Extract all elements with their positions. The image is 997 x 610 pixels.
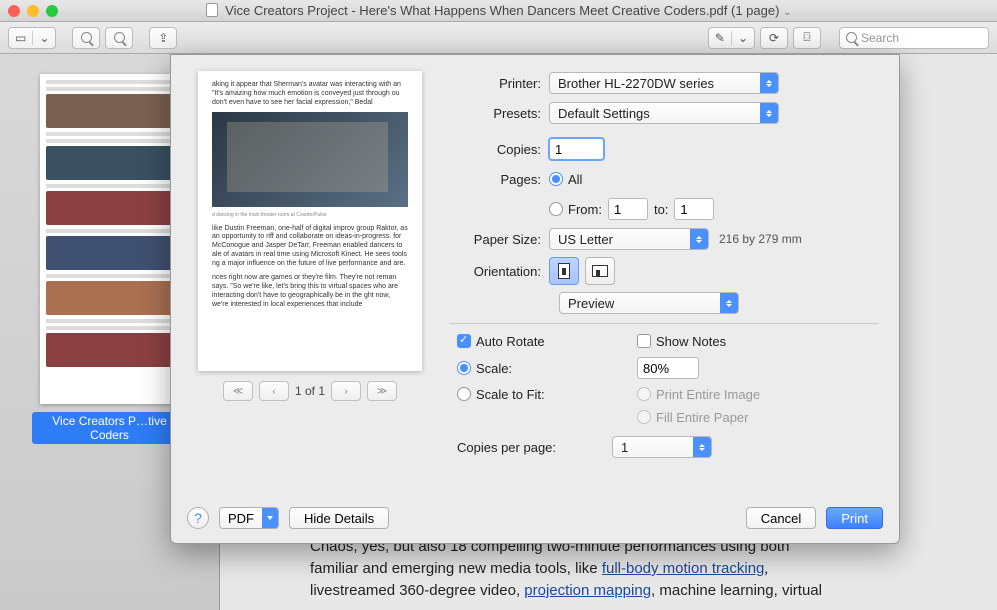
document-icon bbox=[206, 3, 218, 17]
copies-per-page-label: Copies per page: bbox=[457, 440, 612, 455]
paper-size-select[interactable]: US Letter bbox=[549, 228, 709, 250]
from-label: From: bbox=[568, 202, 602, 217]
orientation-label: Orientation: bbox=[449, 264, 549, 279]
app-section-select[interactable]: Preview bbox=[559, 292, 739, 314]
annotate-button[interactable]: ✎⌄ bbox=[708, 27, 755, 49]
dialog-footer: ? PDF Hide Details Cancel Print bbox=[171, 497, 899, 543]
fill-entire-paper-label: Fill Entire Paper bbox=[656, 410, 748, 425]
print-entire-image-radio bbox=[637, 387, 651, 401]
landscape-icon bbox=[592, 265, 608, 277]
last-page-button[interactable]: ≫ bbox=[367, 381, 397, 401]
search-input[interactable]: Search bbox=[839, 27, 989, 49]
rotate-button[interactable]: ⟳ bbox=[760, 27, 788, 49]
share-button[interactable]: ⇪ bbox=[149, 27, 177, 49]
print-options-form: Printer: Brother HL-2270DW series Preset… bbox=[449, 71, 879, 489]
zoom-in-icon bbox=[114, 32, 125, 43]
show-notes-checkbox[interactable] bbox=[637, 334, 651, 348]
copies-label: Copies: bbox=[449, 142, 549, 157]
to-input[interactable] bbox=[674, 198, 714, 220]
presets-label: Presets: bbox=[449, 106, 549, 121]
window-titlebar: Vice Creators Project - Here's What Happ… bbox=[0, 0, 997, 22]
printer-select[interactable]: Brother HL-2270DW series bbox=[549, 72, 779, 94]
pages-label: Pages: bbox=[449, 172, 549, 187]
markup-button[interactable]: ⌼ bbox=[793, 27, 821, 49]
paper-size-label: Paper Size: bbox=[449, 232, 549, 247]
pencil-icon: ✎ bbox=[709, 31, 732, 45]
preview-image bbox=[212, 112, 408, 207]
help-button[interactable]: ? bbox=[187, 507, 209, 529]
print-preview-page: aking it appear that Sherman's avatar wa… bbox=[198, 71, 422, 371]
auto-rotate-label: Auto Rotate bbox=[476, 334, 545, 349]
search-placeholder: Search bbox=[861, 31, 899, 45]
toolbar: ▭⌄ ⇪ ✎⌄ ⟳ ⌼ Search bbox=[0, 22, 997, 54]
portrait-icon bbox=[558, 263, 570, 279]
auto-rotate-checkbox[interactable] bbox=[457, 334, 471, 348]
prev-page-button[interactable]: ‹ bbox=[259, 381, 289, 401]
landscape-button[interactable] bbox=[585, 257, 615, 285]
print-dialog: aking it appear that Sherman's avatar wa… bbox=[170, 54, 900, 544]
page-thumbnail[interactable] bbox=[40, 74, 180, 404]
show-notes-label: Show Notes bbox=[656, 334, 726, 349]
copies-input[interactable] bbox=[549, 138, 604, 160]
print-entire-image-label: Print Entire Image bbox=[656, 387, 760, 402]
page-counter: 1 of 1 bbox=[295, 384, 325, 398]
scale-to-fit-radio[interactable] bbox=[457, 387, 471, 401]
rotate-icon: ⟳ bbox=[769, 31, 779, 45]
cancel-button[interactable]: Cancel bbox=[746, 507, 816, 529]
zoom-out-button[interactable] bbox=[72, 27, 100, 49]
print-button[interactable]: Print bbox=[826, 507, 883, 529]
copies-per-page-select[interactable]: 1 bbox=[612, 436, 712, 458]
printer-label: Printer: bbox=[449, 76, 549, 91]
scale-to-fit-label: Scale to Fit: bbox=[476, 387, 545, 402]
thumbnail-label: Vice Creators P…tive Coders bbox=[32, 412, 187, 444]
scale-input[interactable] bbox=[637, 357, 699, 379]
portrait-button[interactable] bbox=[549, 257, 579, 285]
scale-label: Scale: bbox=[476, 361, 512, 376]
pdf-menu-button[interactable]: PDF bbox=[219, 507, 279, 529]
print-preview-column: aking it appear that Sherman's avatar wa… bbox=[195, 71, 425, 489]
pages-all-radio[interactable] bbox=[549, 172, 563, 186]
presets-select[interactable]: Default Settings bbox=[549, 102, 779, 124]
background-document-text: Chaos, yes, but also 18 compelling two-m… bbox=[310, 536, 967, 602]
window-title: Vice Creators Project - Here's What Happ… bbox=[0, 3, 997, 18]
fill-entire-paper-radio bbox=[637, 410, 651, 424]
sidebar-toggle-button[interactable]: ▭⌄ bbox=[8, 27, 56, 49]
first-page-button[interactable]: ≪ bbox=[223, 381, 253, 401]
scale-radio[interactable] bbox=[457, 361, 471, 375]
zoom-in-button[interactable] bbox=[105, 27, 133, 49]
hide-details-button[interactable]: Hide Details bbox=[289, 507, 389, 529]
share-icon: ⇪ bbox=[158, 31, 168, 45]
pages-range-radio[interactable] bbox=[549, 202, 563, 216]
from-input[interactable] bbox=[608, 198, 648, 220]
pages-all-label: All bbox=[568, 172, 582, 187]
toolbox-icon: ⌼ bbox=[803, 30, 810, 45]
paper-size-hint: 216 by 279 mm bbox=[719, 232, 802, 246]
zoom-out-icon bbox=[81, 32, 92, 43]
search-icon bbox=[846, 32, 857, 43]
next-page-button[interactable]: › bbox=[331, 381, 361, 401]
to-label: to: bbox=[654, 202, 668, 217]
